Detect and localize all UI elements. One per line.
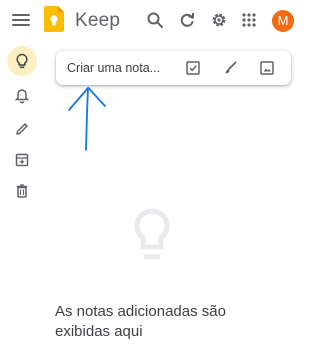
app-header: Keep M [0, 0, 303, 40]
main-menu-icon[interactable] [12, 12, 30, 28]
search-icon[interactable] [146, 11, 164, 29]
archive-icon [15, 153, 29, 167]
empty-lightbulb-icon [134, 208, 170, 259]
sidebar-item-trash[interactable] [7, 176, 37, 206]
app-title: Keep [75, 10, 121, 31]
sidebar [0, 40, 44, 350]
checkbox-icon[interactable] [185, 60, 201, 76]
sidebar-item-notes[interactable] [7, 46, 37, 76]
lightbulb-icon [16, 53, 28, 69]
keep-logo-icon[interactable] [44, 6, 64, 32]
trash-icon [16, 184, 28, 198]
apps-grid-icon[interactable] [240, 11, 258, 29]
brush-icon[interactable] [222, 60, 238, 76]
bell-icon [14, 89, 30, 104]
sidebar-item-reminders[interactable] [7, 81, 37, 111]
pencil-icon [16, 123, 28, 135]
account-avatar[interactable]: M [272, 10, 294, 32]
sidebar-item-archive[interactable] [7, 145, 37, 175]
refresh-icon[interactable] [178, 11, 196, 29]
settings-icon[interactable] [210, 11, 228, 29]
take-note-placeholder: Criar uma nota... [67, 61, 161, 75]
image-icon[interactable] [259, 60, 275, 76]
annotation-arrow-icon [68, 87, 106, 151]
empty-state-message: As notas adicionadas são exibidas aqui [55, 303, 226, 340]
sidebar-item-edit-labels[interactable] [7, 114, 37, 144]
